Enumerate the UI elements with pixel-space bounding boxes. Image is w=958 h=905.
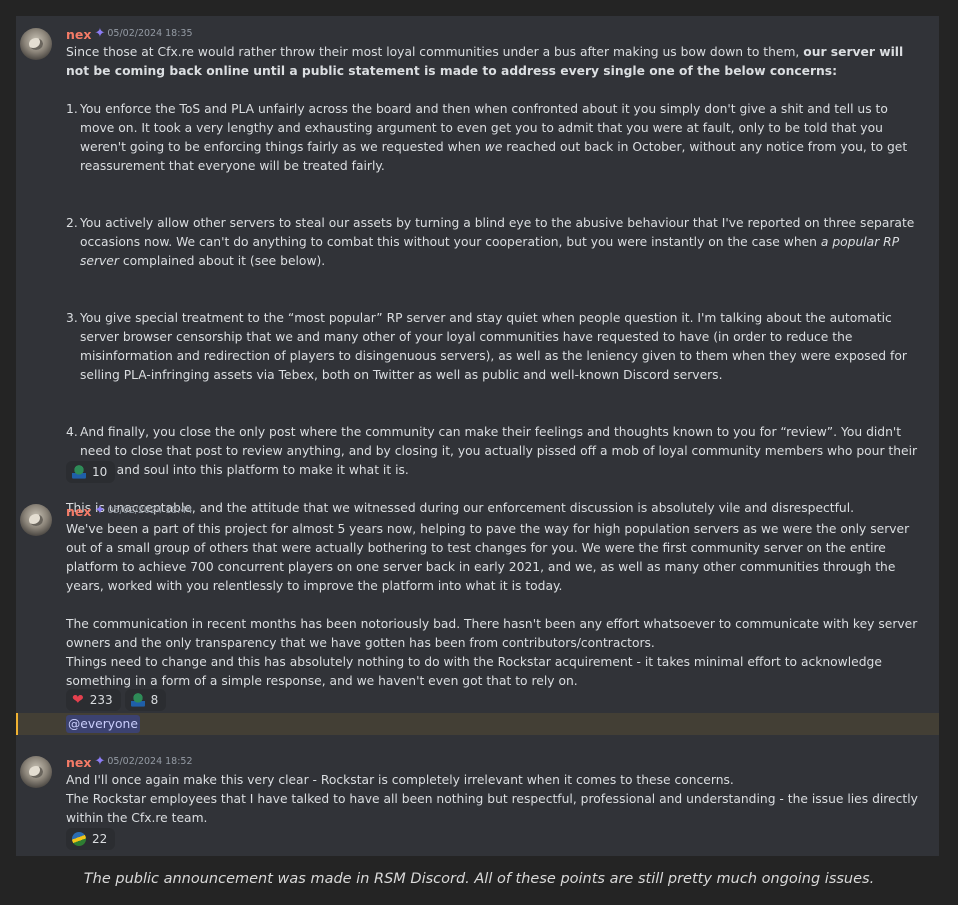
reactions-bar: 10: [66, 461, 116, 483]
list-item: 4. And finally, you close the only post w…: [66, 425, 918, 477]
reactions-bar: ❤ 233 8: [66, 689, 167, 711]
timestamp: 05/02/2024 18:44: [107, 505, 193, 516]
green-frog-emoji-icon: [130, 693, 145, 707]
message-body: And I'll once again make this very clear…: [66, 773, 918, 825]
message-body: Since those at Cfx.re would rather throw…: [66, 43, 926, 518]
reaction-button[interactable]: ❤ 233: [66, 689, 121, 711]
everyone-mention[interactable]: @everyone: [66, 715, 140, 733]
username[interactable]: nex: [66, 27, 91, 42]
timestamp: 05/02/2024 18:35: [107, 28, 193, 39]
list-item: 3. You give special treatment to the “mos…: [66, 311, 907, 382]
avatar[interactable]: [20, 28, 52, 60]
closing-paragraph: This is unacceptable, and the attitude t…: [66, 501, 855, 515]
message-header: nex ✦ 05/02/2024 18:52: [66, 753, 193, 771]
sparkle-badge-icon: ✦: [94, 754, 106, 769]
list-item: 1. You enforce the ToS and PLA unfairly a…: [66, 102, 908, 173]
sparkle-badge-icon: ✦: [94, 503, 106, 518]
reaction-button[interactable]: 8: [124, 689, 167, 711]
sparkle-badge-icon: ✦: [94, 26, 106, 41]
reactions-bar: 22: [66, 828, 116, 850]
message-header: nex ✦ 05/02/2024 18:35: [66, 25, 193, 43]
username[interactable]: nex: [66, 755, 91, 770]
avatar[interactable]: [20, 504, 52, 536]
green-frog-emoji-icon: [72, 465, 86, 479]
heart-icon: ❤: [72, 692, 84, 708]
reaction-button[interactable]: 10: [66, 461, 116, 483]
username[interactable]: nex: [66, 504, 91, 519]
message-body: We've been a part of this project for al…: [66, 522, 918, 688]
shrug-emoji-icon: [72, 832, 86, 846]
message-header: nex ✦ 05/02/2024 18:44: [66, 502, 193, 520]
image-caption: The public announcement was made in RSM …: [83, 871, 875, 887]
list-item: 2. You actively allow other servers to st…: [66, 216, 915, 268]
discord-chat-panel: nex ✦ 05/02/2024 18:35 Since those at Cfx.…: [16, 16, 939, 856]
avatar[interactable]: [20, 756, 52, 788]
timestamp: 05/02/2024 18:52: [107, 756, 193, 767]
mention-highlight-row: @everyone: [16, 713, 939, 735]
reaction-button[interactable]: 22: [66, 828, 116, 850]
intro-paragraph: Since those at Cfx.re would rather throw…: [66, 45, 904, 78]
